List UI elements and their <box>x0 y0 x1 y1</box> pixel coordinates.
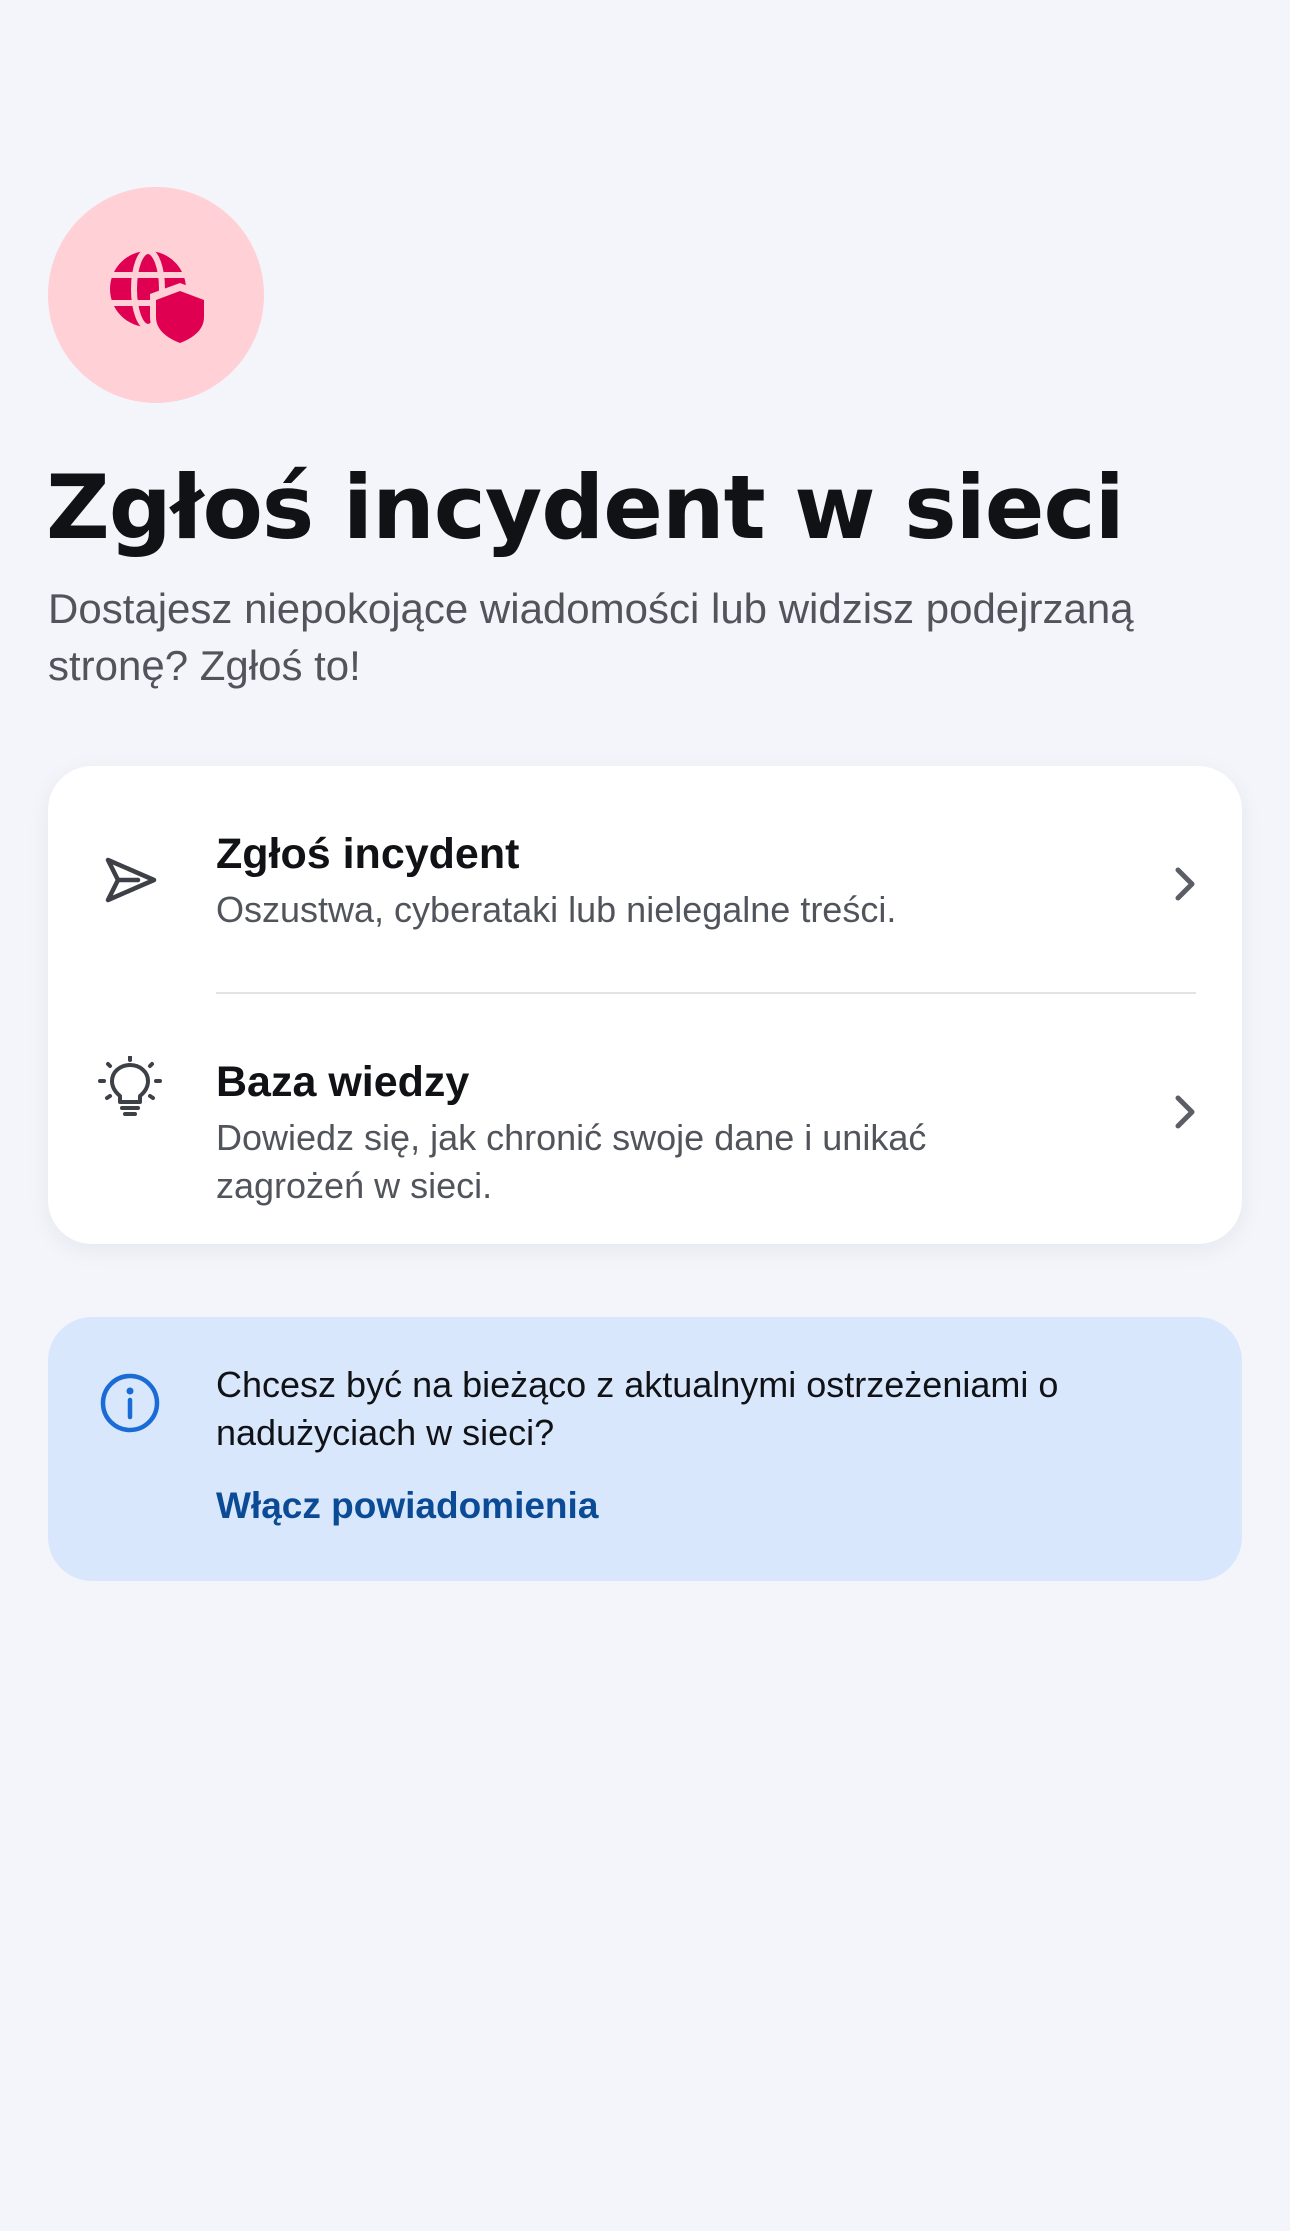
chevron-right-icon <box>1175 867 1195 901</box>
chevron-right-icon <box>1175 1095 1195 1129</box>
send-icon <box>105 857 157 903</box>
menu-card: Zgłoś incydent Oszustwa, cyberataki lub … <box>48 766 1242 1244</box>
menu-item-description: Dowiedz się, jak chronić swoje dane i un… <box>216 1117 927 1206</box>
page-title: Zgłoś incydent w sieci <box>46 456 1125 559</box>
globe-shield-icon <box>110 248 204 343</box>
menu-item-title: Baza wiedzy <box>216 1058 470 1106</box>
menu-item-report-incident[interactable]: Zgłoś incydent Oszustwa, cyberataki lub … <box>48 766 1242 994</box>
menu-item-knowledge-base[interactable]: Baza wiedzy Dowiedz się, jak chronić swo… <box>48 994 1242 1244</box>
notice-text: Chcesz być na bieżąco z aktualnymi ostrz… <box>216 1364 1059 1453</box>
lightbulb-icon <box>98 1056 162 1116</box>
enable-notifications-link[interactable]: Włącz powiadomienia <box>216 1482 598 1530</box>
menu-item-title: Zgłoś incydent <box>216 830 520 878</box>
info-icon <box>100 1373 160 1433</box>
menu-item-description: Oszustwa, cyberataki lub nielegalne treś… <box>216 889 897 930</box>
globe-shield-badge <box>48 187 264 403</box>
page-subtitle: Dostajesz niepokojące wiadomości lub wid… <box>48 585 1134 689</box>
notification-notice: Chcesz być na bieżąco z aktualnymi ostrz… <box>48 1317 1242 1581</box>
